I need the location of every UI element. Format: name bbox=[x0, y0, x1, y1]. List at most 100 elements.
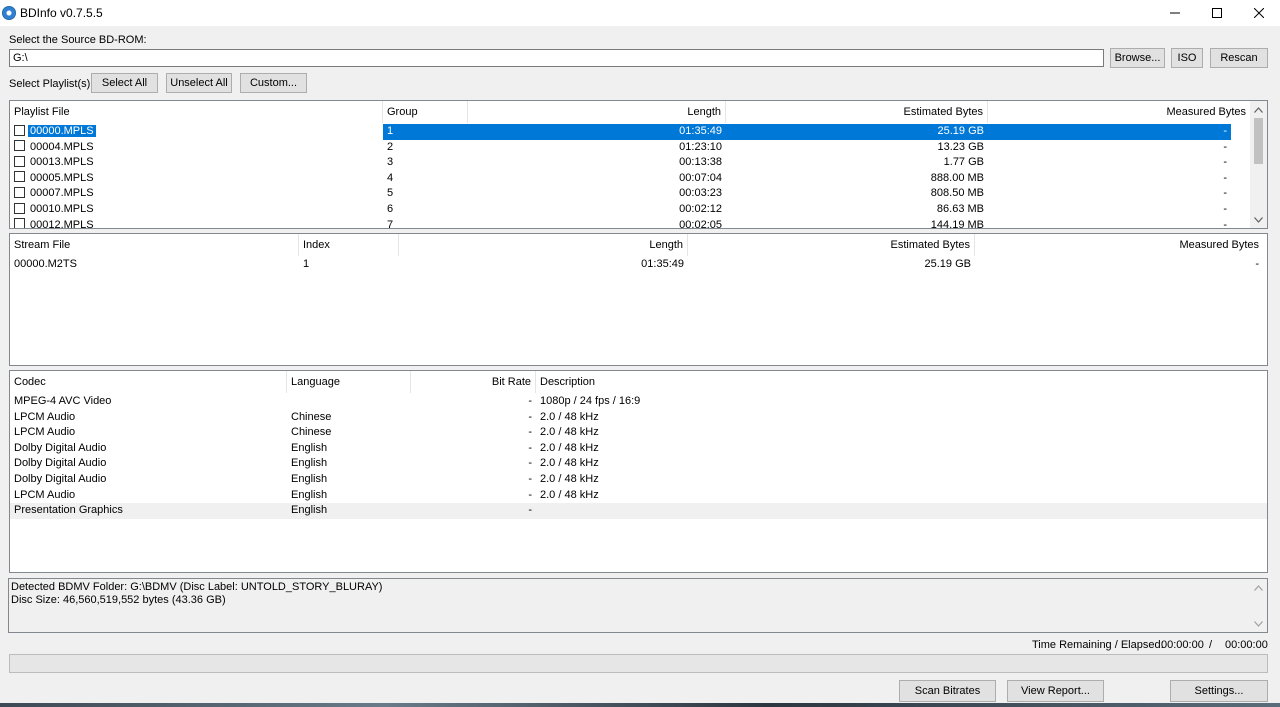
log-scrollbar[interactable] bbox=[1250, 579, 1267, 632]
col-stream-file[interactable]: Stream File bbox=[10, 234, 299, 256]
view-report-button[interactable]: View Report... bbox=[1007, 680, 1104, 702]
playlist-checkbox[interactable] bbox=[14, 186, 25, 198]
playlist-checkbox[interactable] bbox=[14, 124, 25, 136]
scan-progress-bar bbox=[9, 654, 1268, 673]
codec-bitrate-cell: - bbox=[528, 457, 532, 470]
col-stream-measured-bytes[interactable]: Measured Bytes bbox=[975, 234, 1263, 256]
codec-row[interactable]: Presentation Graphics English - bbox=[10, 503, 1267, 519]
playlist-file-cell: 00012.MPLS bbox=[10, 218, 383, 228]
col-description[interactable]: Description bbox=[536, 371, 1263, 393]
codec-name-cell: LPCM Audio bbox=[14, 410, 76, 423]
col-measured-bytes[interactable]: Measured Bytes bbox=[988, 101, 1250, 123]
col-playlist-file[interactable]: Playlist File bbox=[10, 101, 383, 123]
source-path-input[interactable] bbox=[9, 49, 1104, 67]
codec-description-cell: 1080p / 24 fps / 16:9 bbox=[540, 395, 641, 407]
scan-bitrates-button[interactable]: Scan Bitrates bbox=[899, 680, 996, 702]
codec-row[interactable]: Dolby Digital Audio English -2.0 / 48 kHz bbox=[10, 456, 1267, 472]
settings-button[interactable]: Settings... bbox=[1170, 680, 1268, 702]
minimize-button[interactable] bbox=[1154, 0, 1196, 26]
playlist-file-cell: 00004.MPLS bbox=[10, 140, 383, 156]
codec-language-cell: English bbox=[291, 488, 328, 501]
codec-table[interactable]: Codec Language Bit Rate Description MPEG… bbox=[9, 370, 1268, 573]
playlist-group-cell: 4 bbox=[387, 171, 394, 184]
col-language[interactable]: Language bbox=[287, 371, 411, 393]
scroll-thumb[interactable] bbox=[1254, 118, 1263, 164]
codec-name-cell: Presentation Graphics bbox=[14, 504, 123, 517]
iso-button[interactable]: ISO bbox=[1171, 48, 1203, 68]
playlist-measured-cell: - bbox=[1223, 203, 1227, 215]
codec-row[interactable]: Dolby Digital Audio English -2.0 / 48 kHz bbox=[10, 472, 1267, 488]
stream-table-header: Stream File Index Length Estimated Bytes… bbox=[10, 234, 1263, 256]
custom-button[interactable]: Custom... bbox=[240, 73, 307, 93]
playlist-estimated-cell: 25.19 GB bbox=[937, 125, 984, 137]
scan-log-textarea[interactable]: Detected BDMV Folder: G:\BDMV (Disc Labe… bbox=[8, 578, 1268, 633]
playlist-row[interactable]: 00013.MPLS 3 00:13:38 1.77 GB - bbox=[10, 155, 1231, 171]
scroll-down-arrow[interactable] bbox=[1250, 211, 1267, 228]
playlist-file-name: 00005.MPLS bbox=[30, 171, 94, 184]
playlist-checkbox[interactable] bbox=[14, 140, 25, 152]
codec-row[interactable]: LPCM Audio English -2.0 / 48 kHz bbox=[10, 488, 1267, 504]
playlist-estimated-cell: 86.63 MB bbox=[936, 203, 984, 215]
col-length[interactable]: Length bbox=[468, 101, 726, 123]
codec-row[interactable]: Dolby Digital Audio English -2.0 / 48 kHz bbox=[10, 441, 1267, 457]
select-all-button[interactable]: Select All bbox=[91, 73, 158, 93]
scroll-up-arrow[interactable] bbox=[1250, 101, 1267, 118]
codec-bitrate-cell: - bbox=[528, 395, 532, 407]
codec-description-cell bbox=[536, 503, 1263, 519]
playlist-estimated-cell: 1.77 GB bbox=[943, 156, 984, 169]
playlist-checkbox[interactable] bbox=[14, 155, 25, 167]
col-estimated-bytes[interactable]: Estimated Bytes bbox=[726, 101, 988, 123]
codec-name-cell: MPEG-4 AVC Video bbox=[14, 395, 112, 407]
playlist-row[interactable]: 00007.MPLS 5 00:03:23 808.50 MB - bbox=[10, 186, 1231, 202]
browse-button[interactable]: Browse... bbox=[1110, 48, 1165, 68]
stream-table[interactable]: Stream File Index Length Estimated Bytes… bbox=[9, 233, 1268, 366]
playlist-checkbox[interactable] bbox=[14, 218, 25, 228]
playlist-length-cell: 01:23:10 bbox=[679, 140, 722, 153]
col-codec[interactable]: Codec bbox=[10, 371, 287, 393]
col-bit-rate[interactable]: Bit Rate bbox=[411, 371, 536, 393]
codec-language-cell: English bbox=[291, 441, 328, 454]
stream-estimated-cell: 25.19 GB bbox=[924, 258, 971, 270]
playlist-row-values: 3 00:13:38 1.77 GB - bbox=[383, 155, 1231, 171]
playlist-file-name: 00007.MPLS bbox=[30, 187, 94, 200]
playlist-row-values: 5 00:03:23 808.50 MB - bbox=[383, 186, 1231, 202]
maximize-button[interactable] bbox=[1196, 0, 1238, 26]
stream-row[interactable]: 00000.M2TS 1 01:35:49 25.19 GB - bbox=[10, 257, 1263, 273]
log-line-bdmv-folder: Detected BDMV Folder: G:\BDMV (Disc Labe… bbox=[11, 581, 383, 593]
log-scroll-down-arrow[interactable] bbox=[1250, 615, 1267, 632]
playlist-row[interactable]: 00005.MPLS 4 00:07:04 888.00 MB - bbox=[10, 171, 1231, 187]
col-stream-estimated-bytes[interactable]: Estimated Bytes bbox=[688, 234, 975, 256]
playlist-checkbox[interactable] bbox=[14, 202, 25, 214]
codec-language-cell: Chinese bbox=[291, 426, 332, 439]
close-button[interactable] bbox=[1238, 0, 1280, 26]
playlist-group-cell: 1 bbox=[387, 125, 394, 137]
log-scroll-up-arrow[interactable] bbox=[1250, 579, 1267, 596]
stream-length-cell: 01:35:49 bbox=[641, 258, 684, 270]
playlist-table[interactable]: Playlist File Group Length Estimated Byt… bbox=[9, 100, 1268, 229]
playlist-row[interactable]: 00010.MPLS 6 00:02:12 86.63 MB - bbox=[10, 202, 1231, 218]
codec-bitrate-cell: - bbox=[528, 426, 532, 439]
playlist-measured-cell: - bbox=[1223, 171, 1227, 184]
col-index[interactable]: Index bbox=[299, 234, 399, 256]
playlist-scrollbar[interactable] bbox=[1250, 101, 1267, 228]
playlist-length-cell: 00:07:04 bbox=[679, 171, 722, 184]
col-group[interactable]: Group bbox=[383, 101, 468, 123]
codec-row[interactable]: MPEG-4 AVC Video -1080p / 24 fps / 16:9 bbox=[10, 394, 1267, 410]
playlist-row[interactable]: 00004.MPLS 2 01:23:10 13.23 GB - bbox=[10, 140, 1231, 156]
playlist-row[interactable]: 00000.MPLS 1 01:35:49 25.19 GB - bbox=[10, 124, 1231, 140]
stream-measured-cell: - bbox=[1255, 258, 1259, 270]
playlist-checkbox[interactable] bbox=[14, 171, 25, 183]
minimize-icon bbox=[1170, 12, 1180, 14]
col-stream-length[interactable]: Length bbox=[399, 234, 688, 256]
playlist-file-name: 00004.MPLS bbox=[30, 140, 94, 153]
playlist-estimated-cell: 144.19 MB bbox=[930, 218, 984, 229]
codec-bitrate-cell: - bbox=[528, 504, 532, 517]
playlist-measured-cell: - bbox=[1223, 125, 1227, 137]
codec-bitrate-cell: - bbox=[528, 488, 532, 501]
rescan-button[interactable]: Rescan bbox=[1210, 48, 1268, 68]
codec-row[interactable]: LPCM Audio Chinese -2.0 / 48 kHz bbox=[10, 410, 1267, 426]
stream-file-cell: 00000.M2TS bbox=[14, 258, 77, 270]
unselect-all-button[interactable]: Unselect All bbox=[166, 73, 232, 93]
codec-row[interactable]: LPCM Audio Chinese -2.0 / 48 kHz bbox=[10, 425, 1267, 441]
playlist-row[interactable]: 00012.MPLS 7 00:02:05 144.19 MB - bbox=[10, 218, 1231, 229]
